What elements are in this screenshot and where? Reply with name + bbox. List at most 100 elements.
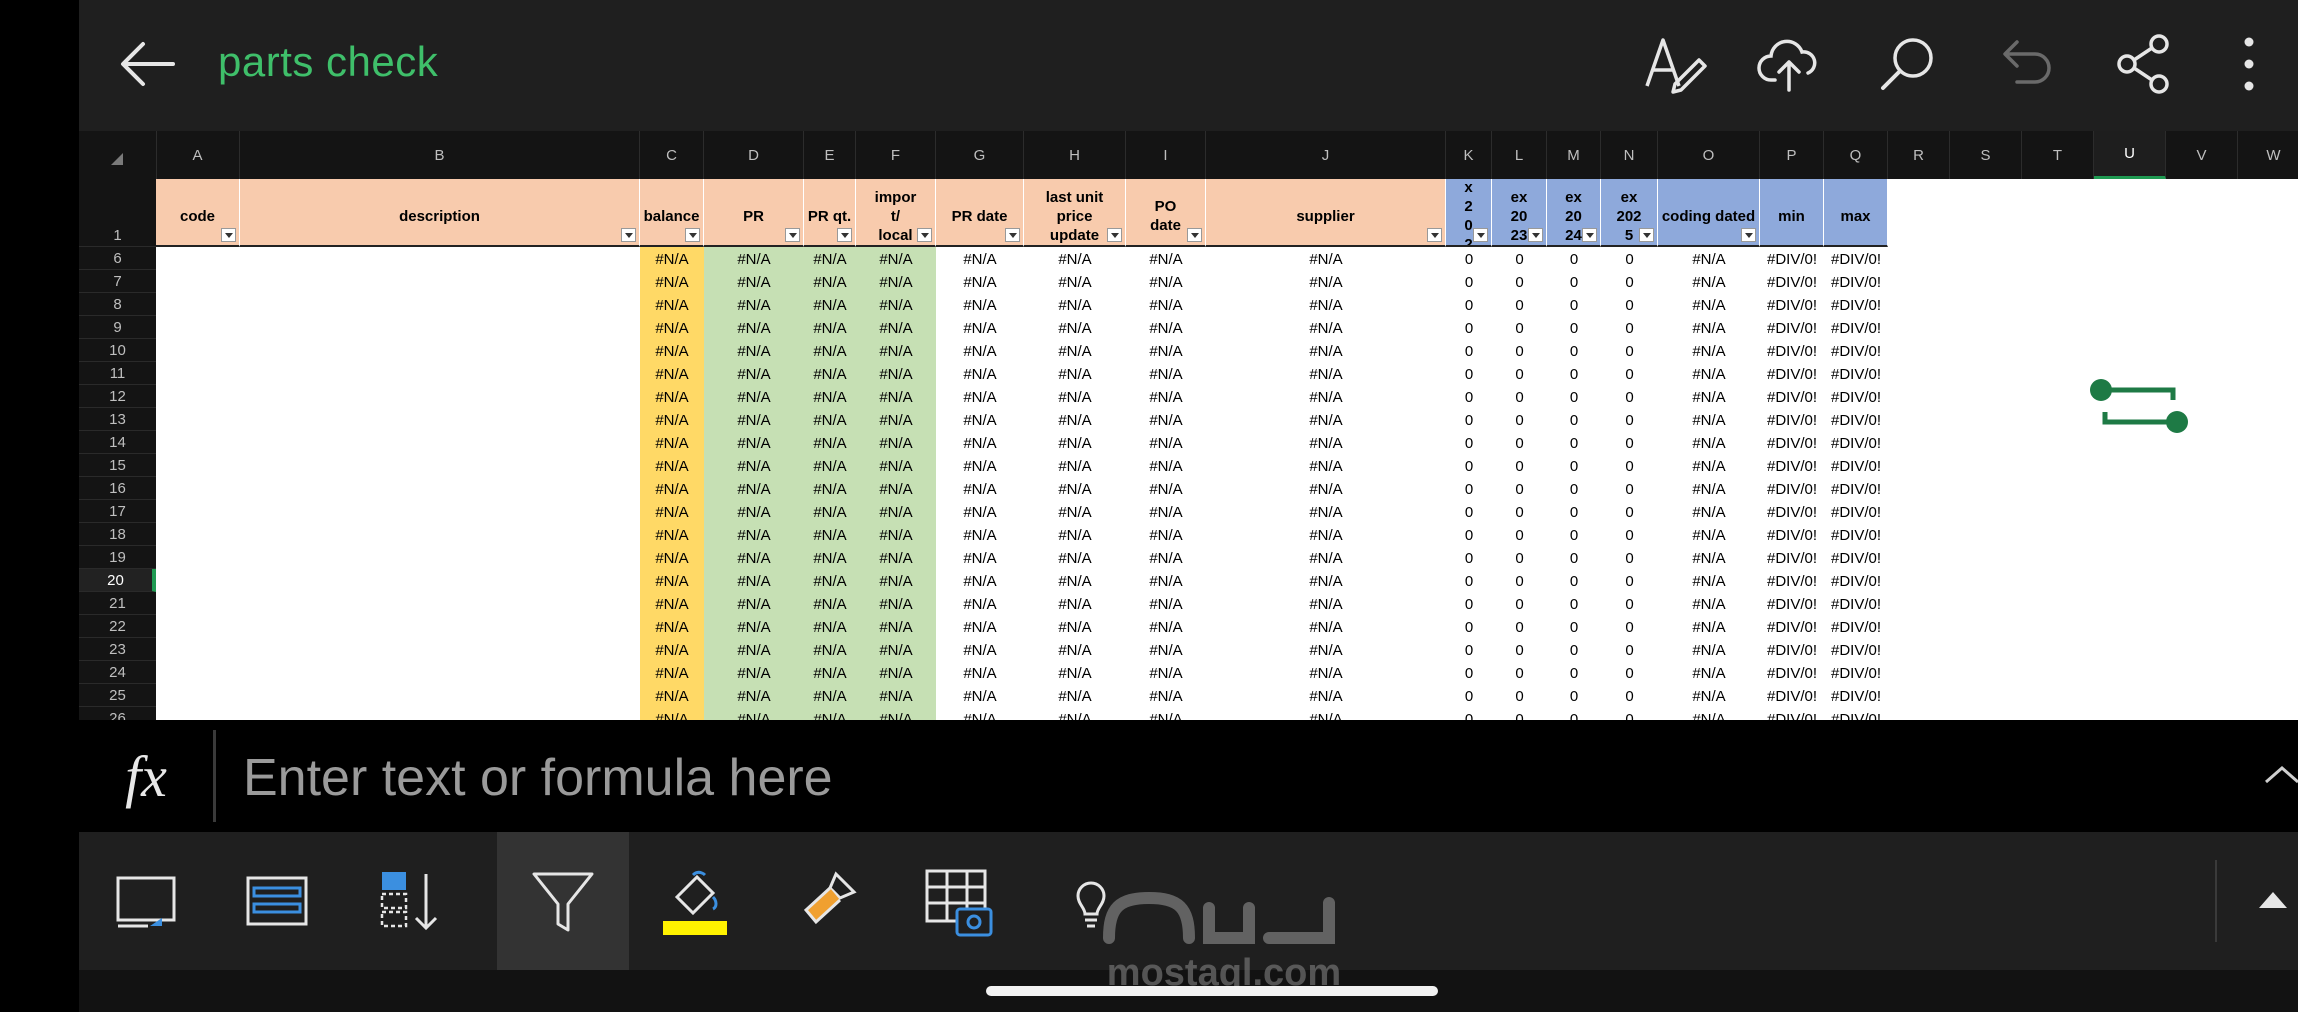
table-row[interactable]: #N/A #N/A #N/A #N/A #N/A #N/A #N/A #N/A 0 0 0 0 #N/A…: [156, 478, 2298, 501]
cell-m[interactable]: 0: [1547, 294, 1601, 317]
row-header-14[interactable]: 14: [79, 431, 156, 454]
search-icon[interactable]: [1875, 30, 1943, 98]
cell-h[interactable]: #N/A: [1024, 593, 1126, 616]
table-row[interactable]: #N/A #N/A #N/A #N/A #N/A #N/A #N/A #N/A 0 0 0 0 #N/A…: [156, 248, 2298, 271]
cell-o[interactable]: #N/A: [1658, 593, 1760, 616]
cell-p[interactable]: #DIV/0!: [1760, 248, 1824, 271]
cell-h[interactable]: #N/A: [1024, 455, 1126, 478]
cell-j[interactable]: #N/A: [1206, 662, 1446, 685]
cell-m[interactable]: 0: [1547, 639, 1601, 662]
cell-i[interactable]: #N/A: [1126, 409, 1206, 432]
cell-l[interactable]: 0: [1492, 501, 1547, 524]
cell-j[interactable]: #N/A: [1206, 271, 1446, 294]
cell-o[interactable]: #N/A: [1658, 639, 1760, 662]
cell-q[interactable]: #DIV/0!: [1824, 570, 1888, 593]
cell-k[interactable]: 0: [1446, 639, 1492, 662]
cell-q[interactable]: #DIV/0!: [1824, 547, 1888, 570]
cell-p[interactable]: #DIV/0!: [1760, 524, 1824, 547]
row-header-17[interactable]: 17: [79, 500, 156, 523]
cell-j[interactable]: #N/A: [1206, 432, 1446, 455]
cell-q[interactable]: #DIV/0!: [1824, 432, 1888, 455]
cell-m[interactable]: 0: [1547, 409, 1601, 432]
cell-f[interactable]: #N/A: [856, 432, 936, 455]
cell-g[interactable]: #N/A: [936, 317, 1024, 340]
cell-p[interactable]: #DIV/0!: [1760, 478, 1824, 501]
cell-q[interactable]: #DIV/0!: [1824, 616, 1888, 639]
cell-m[interactable]: 0: [1547, 340, 1601, 363]
column-header-b[interactable]: B: [240, 131, 640, 179]
cell-f[interactable]: #N/A: [856, 409, 936, 432]
column-header-q[interactable]: Q: [1824, 131, 1888, 179]
table-row[interactable]: #N/A #N/A #N/A #N/A #N/A #N/A #N/A #N/A 0 0 0 0 #N/A…: [156, 616, 2298, 639]
cell-c[interactable]: #N/A: [640, 409, 704, 432]
cell-m[interactable]: 0: [1547, 593, 1601, 616]
filter-dropdown-icon[interactable]: [785, 228, 800, 242]
header-cell-n[interactable]: ex 202 5: [1601, 179, 1658, 247]
column-header-a[interactable]: A: [156, 131, 240, 179]
filter-dropdown-icon[interactable]: [1107, 228, 1122, 242]
filter-dropdown-icon[interactable]: [1741, 228, 1756, 242]
cell-k[interactable]: 0: [1446, 593, 1492, 616]
cell-c[interactable]: #N/A: [640, 593, 704, 616]
row-header-1[interactable]: 1: [79, 179, 156, 247]
cell-g[interactable]: #N/A: [936, 478, 1024, 501]
cell-o[interactable]: #N/A: [1658, 294, 1760, 317]
cell-m[interactable]: 0: [1547, 455, 1601, 478]
cell-i[interactable]: #N/A: [1126, 639, 1206, 662]
cell-n[interactable]: 0: [1601, 501, 1658, 524]
more-vertical-icon[interactable]: [2229, 30, 2269, 98]
cell-p[interactable]: #DIV/0!: [1760, 570, 1824, 593]
selection-handle-icon[interactable]: [2089, 376, 2189, 436]
cell-d[interactable]: #N/A: [704, 708, 804, 720]
cell-i[interactable]: #N/A: [1126, 685, 1206, 708]
row-header-15[interactable]: 15: [79, 454, 156, 477]
table-row[interactable]: #N/A #N/A #N/A #N/A #N/A #N/A #N/A #N/A 0 0 0 0 #N/A…: [156, 271, 2298, 294]
cell-p[interactable]: #DIV/0!: [1760, 662, 1824, 685]
cell-f[interactable]: #N/A: [856, 616, 936, 639]
cell-p[interactable]: #DIV/0!: [1760, 386, 1824, 409]
cell-e[interactable]: #N/A: [804, 524, 856, 547]
cell-h[interactable]: #N/A: [1024, 409, 1126, 432]
table-row[interactable]: #N/A #N/A #N/A #N/A #N/A #N/A #N/A #N/A 0 0 0 0 #N/A…: [156, 317, 2298, 340]
fill-color-button[interactable]: [629, 832, 761, 970]
cell-h[interactable]: #N/A: [1024, 685, 1126, 708]
row-header-7[interactable]: 7: [79, 270, 156, 293]
cell-p[interactable]: #DIV/0!: [1760, 685, 1824, 708]
cell-o[interactable]: #N/A: [1658, 340, 1760, 363]
cell-n[interactable]: 0: [1601, 386, 1658, 409]
column-header-u[interactable]: U: [2094, 131, 2166, 179]
cell-k[interactable]: 0: [1446, 294, 1492, 317]
header-cell-c[interactable]: balance: [640, 179, 704, 247]
cell-d[interactable]: #N/A: [704, 593, 804, 616]
cell-m[interactable]: 0: [1547, 478, 1601, 501]
cell-m[interactable]: 0: [1547, 524, 1601, 547]
cell-l[interactable]: 0: [1492, 317, 1547, 340]
column-header-f[interactable]: F: [856, 131, 936, 179]
cell-j[interactable]: #N/A: [1206, 317, 1446, 340]
formula-input[interactable]: Enter text or formula here: [243, 748, 833, 808]
cell-h[interactable]: #N/A: [1024, 271, 1126, 294]
cell-k[interactable]: 0: [1446, 524, 1492, 547]
cell-l[interactable]: 0: [1492, 271, 1547, 294]
function-label[interactable]: fx: [79, 720, 213, 832]
cell-d[interactable]: #N/A: [704, 616, 804, 639]
cell-k[interactable]: 0: [1446, 386, 1492, 409]
row-header-25[interactable]: 25: [79, 684, 156, 707]
cell-o[interactable]: #N/A: [1658, 708, 1760, 720]
cell-c[interactable]: #N/A: [640, 248, 704, 271]
cell-c[interactable]: #N/A: [640, 478, 704, 501]
cell-f[interactable]: #N/A: [856, 593, 936, 616]
cell-q[interactable]: #DIV/0!: [1824, 524, 1888, 547]
cell-c[interactable]: #N/A: [640, 294, 704, 317]
cell-n[interactable]: 0: [1601, 271, 1658, 294]
cell-i[interactable]: #N/A: [1126, 455, 1206, 478]
cell-i[interactable]: #N/A: [1126, 593, 1206, 616]
cell-c[interactable]: #N/A: [640, 386, 704, 409]
cell-j[interactable]: #N/A: [1206, 248, 1446, 271]
row-header-13[interactable]: 13: [79, 408, 156, 431]
cell-k[interactable]: 0: [1446, 432, 1492, 455]
cell-n[interactable]: 0: [1601, 708, 1658, 720]
cell-m[interactable]: 0: [1547, 547, 1601, 570]
cell-g[interactable]: #N/A: [936, 662, 1024, 685]
cell-m[interactable]: 0: [1547, 432, 1601, 455]
